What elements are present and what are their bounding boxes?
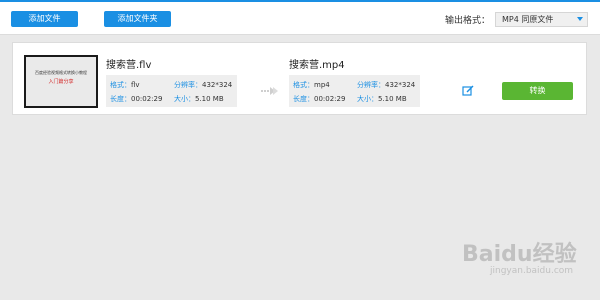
dropdown-arrow-icon <box>577 17 583 21</box>
target-duration: 长度：00:02:29 <box>293 95 346 103</box>
target-resolution: 分辨率：432*324 <box>357 81 416 89</box>
thumbnail-caption-2: 入门篇分享 <box>48 79 74 85</box>
target-filename: 搜索营.mp4 <box>289 60 345 71</box>
source-size: 大小：5.10 MB <box>174 95 224 103</box>
thumbnail-screen: 百度经验视频格式转换小教程 入门篇分享 <box>26 57 96 106</box>
toolbar: 添加文件 添加文件夹 输出格式： MP4 同原文件 <box>0 0 600 35</box>
watermark-url: jingyan.baidu.com <box>490 266 574 276</box>
source-info-box: 格式：flv 分辨率：432*324 长度：00:02:29 大小：5.10 M… <box>106 75 237 107</box>
edit-icon[interactable] <box>462 85 474 97</box>
add-folder-button[interactable]: 添加文件夹 <box>104 11 171 27</box>
target-size: 大小：5.10 MB <box>357 95 407 103</box>
file-item-card: 百度经验视频格式转换小教程 入门篇分享 搜索营.flv 格式：flv 分辨率：4… <box>12 42 587 115</box>
source-resolution: 分辨率：432*324 <box>174 81 233 89</box>
output-format-value: MP4 同原文件 <box>502 15 554 24</box>
source-format: 格式：flv <box>110 81 140 89</box>
target-info-box: 格式：mp4 分辨率：432*324 长度：00:02:29 大小：5.10 M… <box>289 75 420 107</box>
convert-arrow-icon <box>261 87 278 95</box>
video-thumbnail: 百度经验视频格式转换小教程 入门篇分享 <box>24 55 98 108</box>
output-format-label: 输出格式： <box>445 16 491 26</box>
add-file-button[interactable]: 添加文件 <box>11 11 78 27</box>
source-filename: 搜索营.flv <box>106 60 152 71</box>
output-format-select[interactable]: MP4 同原文件 <box>495 12 588 27</box>
target-format: 格式：mp4 <box>293 81 330 89</box>
source-duration: 长度：00:02:29 <box>110 95 163 103</box>
baidu-watermark: Baidu经验 jingyan.baidu.com <box>462 236 592 296</box>
convert-button[interactable]: 转换 <box>502 82 573 100</box>
thumbnail-caption-1: 百度经验视频格式转换小教程 <box>35 70 87 75</box>
watermark-logo: Baidu经验 <box>462 242 577 267</box>
